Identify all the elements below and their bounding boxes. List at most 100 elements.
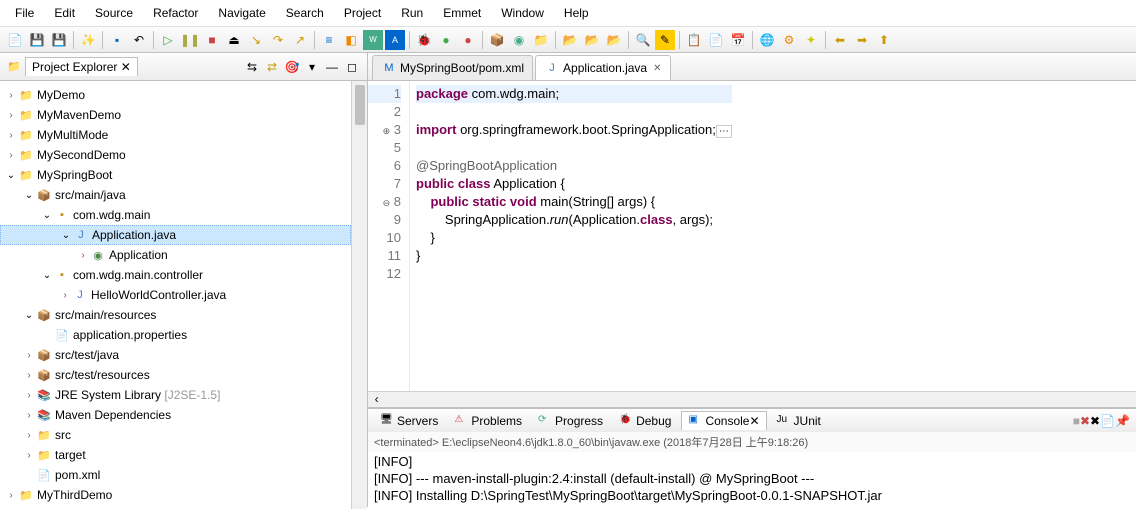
tree-project[interactable]: ›📁MyDemo — [0, 85, 351, 105]
terminate-icon[interactable]: ■ — [202, 30, 222, 50]
save-icon[interactable]: 💾 — [27, 30, 47, 50]
resume-icon[interactable]: ▷ — [158, 30, 178, 50]
console-output[interactable]: [INFO] [INFO] --- maven-install-plugin:2… — [368, 452, 1136, 507]
menu-help[interactable]: Help — [554, 3, 599, 23]
tree-src-main-java[interactable]: ⌄📦src/main/java — [0, 185, 351, 205]
web-icon[interactable]: W — [363, 30, 383, 50]
menu-edit[interactable]: Edit — [44, 3, 85, 23]
tab-problems[interactable]: ⚠Problems — [448, 412, 528, 430]
tree-application-class[interactable]: ›◉Application — [0, 245, 351, 265]
up-icon[interactable]: ⬆ — [874, 30, 894, 50]
tree-pom-xml[interactable]: ›📄pom.xml — [0, 465, 351, 485]
terminal-icon[interactable]: ▪ — [107, 30, 127, 50]
debug-icon[interactable]: 🐞 — [414, 30, 434, 50]
search-icon[interactable]: 🔍 — [633, 30, 653, 50]
project-tree[interactable]: ›📁MyDemo ›📁MyMavenDemo ›📁MyMultiMode ›📁M… — [0, 81, 351, 509]
fwd-icon[interactable]: ➡ — [852, 30, 872, 50]
menu-emmet[interactable]: Emmet — [433, 3, 491, 23]
tree-project[interactable]: ›📁MyMavenDemo — [0, 105, 351, 125]
separator — [102, 31, 103, 49]
focus-icon[interactable]: 🎯 — [283, 58, 301, 76]
html-icon[interactable]: ◧ — [341, 30, 361, 50]
code-editor[interactable]: 12⊕ 3567⊖ 89101112 package com.wdg.main;… — [368, 81, 1136, 391]
tab-progress[interactable]: ⟳Progress — [532, 412, 609, 430]
stepreturn-icon[interactable]: ↗ — [290, 30, 310, 50]
collapse-icon[interactable]: ⇆ — [243, 58, 261, 76]
task-icon[interactable]: 📄 — [706, 30, 726, 50]
menu-refactor[interactable]: Refactor — [143, 3, 208, 23]
runext-icon[interactable]: ● — [458, 30, 478, 50]
stepinto-icon[interactable]: ↘ — [246, 30, 266, 50]
tree-hello-controller[interactable]: ›JHelloWorldController.java — [0, 285, 351, 305]
tab-console[interactable]: ▣Console ✕ — [681, 411, 766, 430]
open2-icon[interactable]: 📂 — [582, 30, 602, 50]
tree-scrollbar[interactable] — [351, 81, 367, 509]
tree-src-main-resources[interactable]: ⌄📦src/main/resources — [0, 305, 351, 325]
align-icon[interactable]: ≡ — [319, 30, 339, 50]
menu-source[interactable]: Source — [85, 3, 143, 23]
menu-window[interactable]: Window — [491, 3, 554, 23]
tree-project-myspringboot[interactable]: ⌄📁MySpringBoot — [0, 165, 351, 185]
separator — [555, 31, 556, 49]
separator — [409, 31, 410, 49]
tree-application-java[interactable]: ⌄JApplication.java — [0, 225, 351, 245]
pause-icon[interactable]: ❚❚ — [180, 30, 200, 50]
newclass-icon[interactable]: ◉ — [509, 30, 529, 50]
console-terminate-icon[interactable]: ■ — [1073, 414, 1080, 428]
menu-file[interactable]: File — [5, 3, 44, 23]
tree-package-main[interactable]: ⌄▪com.wdg.main — [0, 205, 351, 225]
editor-tab-pom[interactable]: MMySpringBoot/pom.xml — [372, 55, 533, 80]
highlight-icon[interactable]: ✎ — [655, 30, 675, 50]
tab-servers[interactable]: 🖥Servers — [374, 412, 444, 430]
console-panel: 🖥Servers ⚠Problems ⟳Progress 🐞Debug ▣Con… — [368, 407, 1136, 507]
deploy-icon[interactable]: ⚙ — [779, 30, 799, 50]
tree-src-test-resources[interactable]: ›📦src/test/resources — [0, 365, 351, 385]
tab-debug[interactable]: 🐞Debug — [613, 412, 677, 430]
menu-search[interactable]: Search — [276, 3, 334, 23]
run-icon[interactable]: ● — [436, 30, 456, 50]
menu-navigate[interactable]: Navigate — [208, 3, 275, 23]
open-icon[interactable]: 📂 — [560, 30, 580, 50]
tree-maven-deps[interactable]: ›📚Maven Dependencies — [0, 405, 351, 425]
tree-package-controller[interactable]: ⌄▪com.wdg.main.controller — [0, 265, 351, 285]
menu-project[interactable]: Project — [334, 3, 391, 23]
outline-icon[interactable]: 📋 — [684, 30, 704, 50]
globe-icon[interactable]: 🌐 — [757, 30, 777, 50]
menu-icon[interactable]: ▾ — [303, 58, 321, 76]
tree-src[interactable]: ›📁src — [0, 425, 351, 445]
link-icon[interactable]: ⇄ — [263, 58, 281, 76]
newpkg-icon[interactable]: 📦 — [487, 30, 507, 50]
disconnect-icon[interactable]: ⏏ — [224, 30, 244, 50]
console-removeall-icon[interactable]: ✖ — [1080, 414, 1090, 428]
close-icon[interactable]: ✕ — [653, 63, 661, 74]
newproj-icon[interactable]: 📁 — [531, 30, 551, 50]
min-icon[interactable]: — — [323, 58, 341, 76]
tree-project[interactable]: ›📁MyMultiMode — [0, 125, 351, 145]
tree-project[interactable]: ›📁MySecondDemo — [0, 145, 351, 165]
cal-icon[interactable]: 📅 — [728, 30, 748, 50]
abbr-icon[interactable]: A — [385, 30, 405, 50]
open3-icon[interactable]: 📂 — [604, 30, 624, 50]
stop-icon[interactable]: ↶ — [129, 30, 149, 50]
stepover-icon[interactable]: ↷ — [268, 30, 288, 50]
tab-junit[interactable]: JuJUnit — [771, 412, 827, 430]
console-clear-icon[interactable]: 📄 — [1100, 414, 1115, 428]
menu-run[interactable]: Run — [391, 3, 433, 23]
tree-application-properties[interactable]: ›📄application.properties — [0, 325, 351, 345]
wand-icon[interactable]: ✨ — [78, 30, 98, 50]
console-remove-icon[interactable]: ✖ — [1090, 414, 1100, 428]
tree-jre-library[interactable]: ›📚JRE System Library [J2SE-1.5] — [0, 385, 351, 405]
back-icon[interactable]: ⬅ — [830, 30, 850, 50]
code-area[interactable]: package com.wdg.main; import org.springf… — [410, 81, 738, 391]
star-icon[interactable]: ✦ — [801, 30, 821, 50]
editor-hscroll[interactable]: ‹ — [368, 391, 1136, 407]
console-pin-icon[interactable]: 📌 — [1115, 414, 1130, 428]
max-icon[interactable]: ◻ — [343, 58, 361, 76]
tree-project[interactable]: ›📁MyThirdDemo — [0, 485, 351, 505]
line-gutter: 12⊕ 3567⊖ 89101112 — [368, 81, 410, 391]
new-icon[interactable]: 📄 — [5, 30, 25, 50]
tree-src-test-java[interactable]: ›📦src/test/java — [0, 345, 351, 365]
tree-target[interactable]: ›📁target — [0, 445, 351, 465]
saveall-icon[interactable]: 💾 — [49, 30, 69, 50]
editor-tab-application[interactable]: JApplication.java✕ — [535, 55, 670, 80]
